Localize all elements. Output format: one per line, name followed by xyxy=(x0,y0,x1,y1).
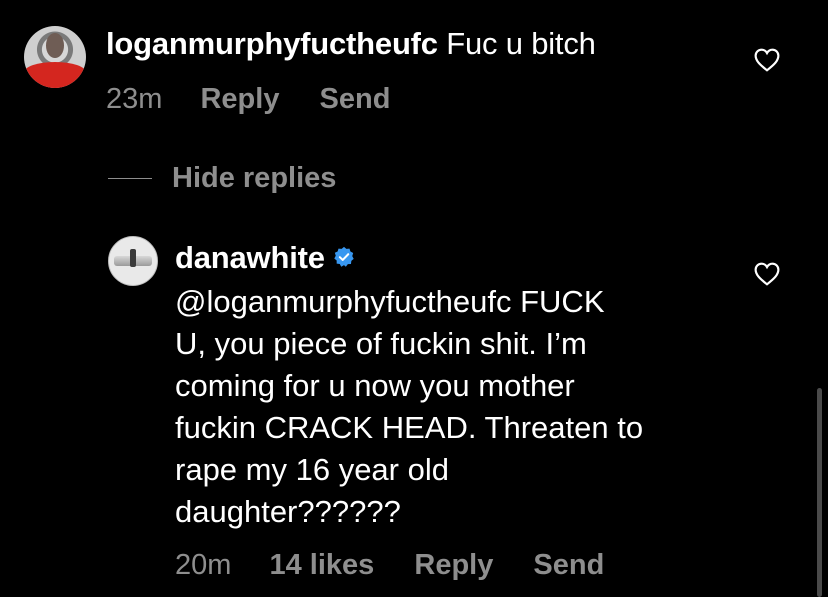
reply-meta: 20m 14 likes Reply Send xyxy=(175,549,604,582)
comment-time: 23m xyxy=(106,83,163,115)
reply-time: 20m xyxy=(175,549,232,581)
avatar[interactable] xyxy=(24,26,86,88)
divider-line xyxy=(108,177,152,179)
reply-like-button[interactable] xyxy=(753,260,781,288)
heart-outline-icon xyxy=(754,48,780,72)
reply-header: danawhite xyxy=(175,240,355,276)
comments-screen: loganmurphyfuctheufc Fuc u bitch 23m Rep… xyxy=(0,0,828,597)
heart-outline-icon xyxy=(754,262,780,286)
avatar-figure xyxy=(130,249,136,267)
comment-username[interactable]: loganmurphyfuctheufc xyxy=(106,26,438,61)
hide-replies-label: Hide replies xyxy=(172,161,337,194)
reply-button[interactable]: Reply xyxy=(200,83,279,116)
comment-row: loganmurphyfuctheufc Fuc u bitch xyxy=(106,26,596,62)
send-button[interactable]: Send xyxy=(320,83,391,116)
likes-count[interactable]: 14 likes xyxy=(269,549,374,582)
avatar-shirt xyxy=(24,61,86,88)
scrollbar[interactable] xyxy=(817,388,822,597)
reply-text: @loganmurphyfuctheufc FUCK U, you piece … xyxy=(175,284,644,529)
reply-send-button[interactable]: Send xyxy=(533,549,604,582)
reply-reply-button[interactable]: Reply xyxy=(414,549,493,582)
avatar-head xyxy=(46,33,64,59)
comment-meta: 23m Reply Send xyxy=(106,83,390,116)
reply-avatar[interactable] xyxy=(108,236,158,286)
reply-username[interactable]: danawhite xyxy=(175,240,325,275)
like-button[interactable] xyxy=(753,46,781,74)
hide-replies-toggle[interactable]: Hide replies xyxy=(108,160,336,196)
verified-badge-icon xyxy=(333,240,355,276)
comment-text: Fuc u bitch xyxy=(446,26,596,61)
